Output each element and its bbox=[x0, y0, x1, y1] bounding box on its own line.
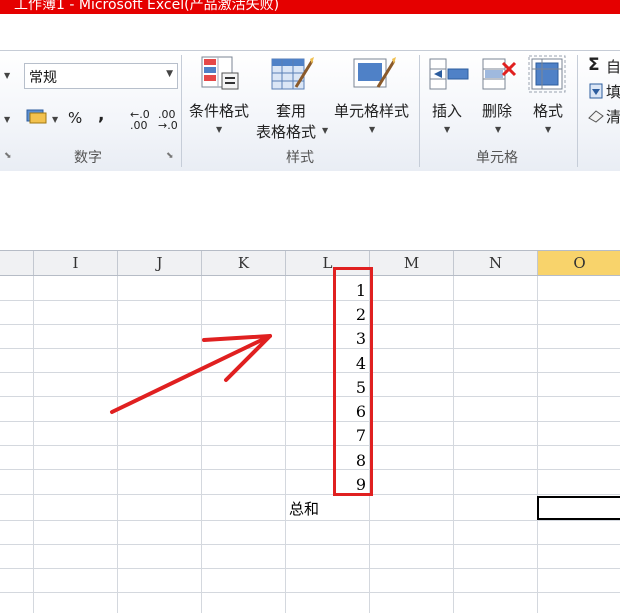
eraser-icon[interactable] bbox=[587, 109, 605, 123]
worksheet-grid[interactable] bbox=[0, 276, 620, 613]
column-headers: I J K L M N O bbox=[0, 250, 620, 276]
fill-label[interactable]: 填 bbox=[606, 81, 620, 102]
column-header-i[interactable]: I bbox=[34, 251, 118, 275]
gridline bbox=[0, 300, 620, 301]
gridline bbox=[0, 568, 620, 569]
sum-label-cell[interactable]: 总和 bbox=[289, 498, 319, 519]
gridline bbox=[0, 494, 620, 495]
column-header-partial[interactable] bbox=[0, 251, 34, 275]
column-header-n[interactable]: N bbox=[454, 251, 538, 275]
decrease-decimal-button[interactable]: .00 →.0 bbox=[158, 109, 180, 131]
chevron-down-icon[interactable]: ▼ bbox=[52, 115, 58, 124]
conditional-format-icon bbox=[201, 56, 239, 90]
column-header-m[interactable]: M bbox=[370, 251, 454, 275]
chevron-down-icon: ▼ bbox=[322, 126, 329, 135]
chevron-down-icon: ▼ bbox=[545, 125, 552, 134]
cells-group-label: 单元格 bbox=[476, 150, 518, 166]
styles-group-label: 样式 bbox=[286, 150, 314, 166]
active-cell-selection[interactable] bbox=[537, 496, 620, 520]
fill-icon[interactable] bbox=[589, 83, 603, 99]
dialog-launcher-icon[interactable]: ⬊ bbox=[4, 151, 12, 161]
chevron-down-icon: ▼ bbox=[369, 125, 376, 134]
insert-label: 插入 bbox=[432, 102, 463, 120]
ribbon: ▼ ▼ ⬊ 常规 ▼ ▼ % , ←.0 .00 .00 →.0 数字 ⬊ 条件… bbox=[0, 50, 620, 172]
ribbon-tabs-area bbox=[0, 14, 620, 50]
column-header-k[interactable]: K bbox=[202, 251, 286, 275]
gridline bbox=[0, 445, 620, 446]
number-format-dropdown[interactable]: 常规 ▼ bbox=[24, 63, 178, 89]
gridline bbox=[0, 544, 620, 545]
gridline bbox=[0, 396, 620, 397]
chevron-down-icon[interactable]: ▼ bbox=[4, 71, 10, 80]
chevron-down-icon[interactable]: ▼ bbox=[4, 115, 10, 124]
group-divider bbox=[577, 55, 578, 167]
number-format-value: 常规 bbox=[29, 70, 57, 86]
number-group-label: 数字 bbox=[74, 150, 102, 166]
title-bar: 工作簿1 - Microsoft Excel(产品激活失败) bbox=[0, 0, 620, 14]
percent-button[interactable]: % bbox=[68, 109, 82, 127]
cell-styles-label: 单元格样式 bbox=[334, 102, 410, 120]
autosum-icon[interactable]: Σ bbox=[588, 55, 600, 75]
formula-bar-area bbox=[0, 171, 620, 250]
chevron-down-icon: ▼ bbox=[166, 69, 173, 79]
comma-button[interactable]: , bbox=[98, 105, 104, 125]
insert-cells-icon bbox=[429, 58, 469, 90]
gridline bbox=[0, 520, 620, 521]
gridline bbox=[0, 372, 620, 373]
gridline bbox=[0, 469, 620, 470]
highlight-box bbox=[333, 267, 373, 496]
cell-styles-icon bbox=[353, 57, 396, 88]
format-cells-icon bbox=[528, 55, 566, 93]
dialog-launcher-icon[interactable]: ⬊ bbox=[166, 151, 174, 161]
format-label: 格式 bbox=[533, 102, 564, 120]
chevron-down-icon: ▼ bbox=[444, 125, 451, 134]
clear-label[interactable]: 清 bbox=[606, 106, 620, 127]
gridline bbox=[0, 421, 620, 422]
chevron-down-icon: ▼ bbox=[216, 125, 223, 134]
table-format-icon bbox=[271, 57, 314, 90]
column-header-o[interactable]: O bbox=[538, 251, 620, 275]
gridline bbox=[0, 348, 620, 349]
conditional-format-label: 条件格式 bbox=[189, 102, 250, 120]
currency-icon bbox=[26, 109, 47, 124]
column-header-j[interactable]: J bbox=[118, 251, 202, 275]
increase-decimal-button[interactable]: ←.0 .00 bbox=[130, 109, 152, 131]
window-title: 工作簿1 - Microsoft Excel(产品激活失败) bbox=[14, 0, 280, 13]
accounting-format-button[interactable] bbox=[26, 107, 48, 129]
gridline bbox=[0, 592, 620, 593]
group-divider bbox=[419, 55, 420, 167]
chevron-down-icon: ▼ bbox=[495, 125, 502, 134]
table-format-label-line2: 表格格式 bbox=[256, 123, 317, 141]
group-divider bbox=[181, 55, 182, 167]
annotation-arrow-icon bbox=[110, 334, 272, 414]
table-format-label-line1: 套用 bbox=[276, 102, 307, 120]
delete-label: 删除 bbox=[482, 102, 513, 120]
autosum-label[interactable]: 自 bbox=[606, 56, 620, 77]
gridline bbox=[0, 324, 620, 325]
delete-cells-icon bbox=[482, 58, 517, 90]
